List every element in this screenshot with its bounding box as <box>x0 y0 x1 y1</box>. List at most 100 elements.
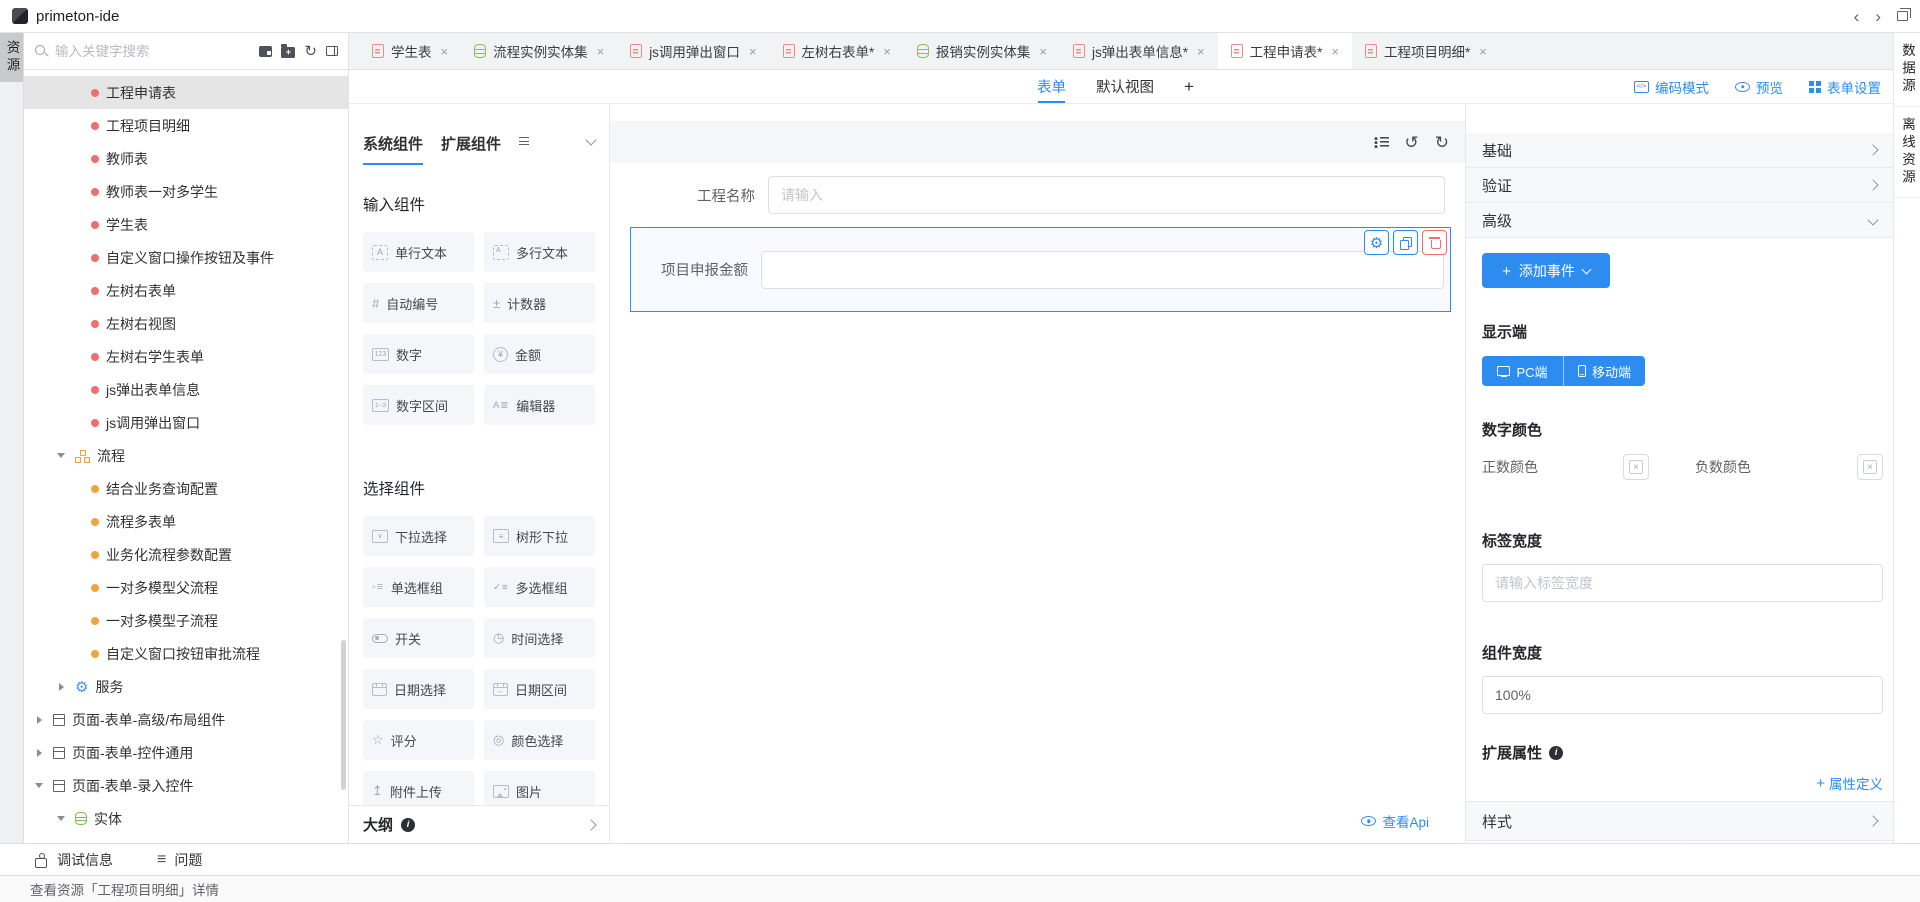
expander-icon[interactable] <box>32 749 46 757</box>
tree-item[interactable]: 业务化流程参数配置 <box>24 538 348 571</box>
tab-form[interactable]: 表单 <box>1037 70 1066 103</box>
inspector-accordion[interactable]: 验证 <box>1466 168 1893 203</box>
expander-icon[interactable] <box>54 816 68 821</box>
collapse-panel-icon[interactable] <box>326 46 338 56</box>
tree-scrollbar[interactable] <box>341 640 346 790</box>
tree-item[interactable]: 学生表 <box>24 208 348 241</box>
undo-icon[interactable] <box>1405 134 1419 151</box>
negative-color-picker[interactable] <box>1857 454 1883 480</box>
new-model-icon[interactable] <box>259 46 272 57</box>
expander-icon[interactable] <box>32 783 46 788</box>
palette-item[interactable]: 时间选择 <box>484 618 595 658</box>
palette-item[interactable]: 树形下拉 <box>484 516 595 556</box>
search-input[interactable] <box>55 44 252 59</box>
mobile-button[interactable]: 移动端 <box>1563 356 1645 386</box>
expander-icon[interactable] <box>54 453 68 458</box>
palette-item[interactable]: 单行文本 <box>363 232 474 272</box>
inspector-accordion[interactable]: 基础 <box>1466 133 1893 168</box>
palette-item[interactable]: 自动编号 <box>363 283 474 323</box>
palette-item[interactable]: 多选框组 <box>484 567 595 607</box>
outline-icon[interactable] <box>1374 136 1389 149</box>
chevron-right-icon[interactable] <box>585 819 596 830</box>
tree-item[interactable]: 结合业务查询配置 <box>24 472 348 505</box>
close-icon[interactable] <box>1197 45 1205 58</box>
tree-item[interactable]: 一对多模型父流程 <box>24 571 348 604</box>
palette-item[interactable]: 评分 <box>363 720 474 760</box>
file-tab[interactable]: 流程实例实体集 <box>461 33 617 69</box>
problems-tab[interactable]: 问题 <box>157 850 202 870</box>
window-restore-icon[interactable] <box>1897 11 1908 21</box>
tree-item[interactable]: 自定义窗口操作按钮及事件 <box>24 241 348 274</box>
component-width-input[interactable] <box>1482 676 1883 714</box>
close-icon[interactable] <box>883 45 891 58</box>
rail-tab[interactable]: 数据源 <box>1894 33 1920 107</box>
field-input[interactable] <box>768 176 1445 214</box>
palette-item[interactable]: 日期区间 <box>484 669 595 709</box>
add-view-button[interactable]: + <box>1184 70 1194 103</box>
tree-item[interactable]: 页面-表单-高级/布局组件 <box>24 703 348 736</box>
code-mode-button[interactable]: 编码模式 <box>1634 77 1709 97</box>
palette-item[interactable]: 开关 <box>363 618 474 658</box>
close-icon[interactable] <box>441 45 449 58</box>
expander-icon[interactable] <box>32 716 46 724</box>
file-tab[interactable]: 工程项目明细* <box>1352 33 1500 69</box>
history-forward-icon[interactable]: › <box>1875 8 1881 25</box>
tree-item[interactable]: 自定义窗口按钮审批流程 <box>24 637 348 670</box>
palette-item[interactable]: 计数器 <box>484 283 595 323</box>
tree-item[interactable]: 流程多表单 <box>24 505 348 538</box>
palette-item[interactable]: 数字 <box>363 334 474 374</box>
history-back-icon[interactable]: ‹ <box>1854 8 1860 25</box>
form-field-project-name[interactable]: 工程名称 <box>630 176 1445 214</box>
tree-item[interactable]: 左树右表单 <box>24 274 348 307</box>
inspector-accordion[interactable]: 高级 <box>1466 203 1893 238</box>
tree-item[interactable]: 工程申请表 <box>24 76 348 109</box>
close-icon[interactable] <box>597 45 605 58</box>
tree-item[interactable]: 教师表一对多学生 <box>24 175 348 208</box>
preview-button[interactable]: 预览 <box>1735 77 1783 97</box>
tab-default-view[interactable]: 默认视图 <box>1096 70 1154 103</box>
rail-tab-resources[interactable]: 资源 <box>0 33 23 82</box>
file-tab[interactable]: 报销实例实体集 <box>904 33 1060 69</box>
palette-item[interactable]: 日期选择 <box>363 669 474 709</box>
palette-item[interactable]: 颜色选择 <box>484 720 595 760</box>
rail-tab[interactable]: 离线资源 <box>1894 107 1920 198</box>
positive-color-picker[interactable] <box>1623 454 1649 480</box>
palette-item[interactable]: 下拉选择 <box>363 516 474 556</box>
tree-item[interactable]: 左树右学生表单 <box>24 340 348 373</box>
file-tab[interactable]: js弹出表单信息* <box>1060 33 1218 69</box>
form-settings-button[interactable]: 表单设置 <box>1809 77 1881 97</box>
tree-item[interactable]: 页面-表单-录入控件 <box>24 769 348 802</box>
tree-item[interactable]: 一对多模型子流程 <box>24 604 348 637</box>
tree-item[interactable]: 页面-表单-控件通用 <box>24 736 348 769</box>
debug-info-tab[interactable]: 调试信息 <box>34 850 113 870</box>
close-icon[interactable] <box>749 45 757 58</box>
tree-item[interactable]: 流程 <box>24 439 348 472</box>
tree-item[interactable]: 教师表 <box>24 142 348 175</box>
file-tab[interactable]: js调用弹出窗口 <box>617 33 769 69</box>
palette-item[interactable]: 多行文本 <box>484 232 595 272</box>
menu-icon[interactable] <box>519 137 529 146</box>
add-property-link[interactable]: 属性定义 <box>1482 773 1883 793</box>
palette-item[interactable]: 单选框组 <box>363 567 474 607</box>
tab-extension-components[interactable]: 扩展组件 <box>441 133 501 165</box>
widget-delete-button[interactable] <box>1422 230 1447 255</box>
file-tab[interactable]: 学生表 <box>359 33 461 69</box>
outline-bar[interactable]: 大纲 <box>349 805 609 843</box>
tree-item[interactable]: 服务 <box>24 670 348 703</box>
palette-item[interactable]: 编辑器 <box>484 385 595 425</box>
form-field-declared-amount[interactable]: 项目申报金额 <box>630 227 1451 312</box>
widget-copy-button[interactable] <box>1393 230 1418 255</box>
tree-item[interactable]: js调用弹出窗口 <box>24 406 348 439</box>
refresh-icon[interactable] <box>304 42 317 60</box>
widget-settings-button[interactable] <box>1364 230 1389 255</box>
add-event-button[interactable]: 添加事件 <box>1482 253 1610 288</box>
tree-item[interactable]: 工程项目明细 <box>24 109 348 142</box>
close-icon[interactable] <box>1039 45 1047 58</box>
palette-item[interactable]: 数字区间 <box>363 385 474 425</box>
tree-item[interactable]: 实体 <box>24 802 348 835</box>
file-tab[interactable]: 左树右表单* <box>770 33 904 69</box>
pc-button[interactable]: PC端 <box>1482 356 1563 386</box>
close-icon[interactable] <box>1479 45 1487 58</box>
chevron-down-icon[interactable] <box>585 134 596 145</box>
style-accordion[interactable]: 样式 <box>1466 801 1893 841</box>
